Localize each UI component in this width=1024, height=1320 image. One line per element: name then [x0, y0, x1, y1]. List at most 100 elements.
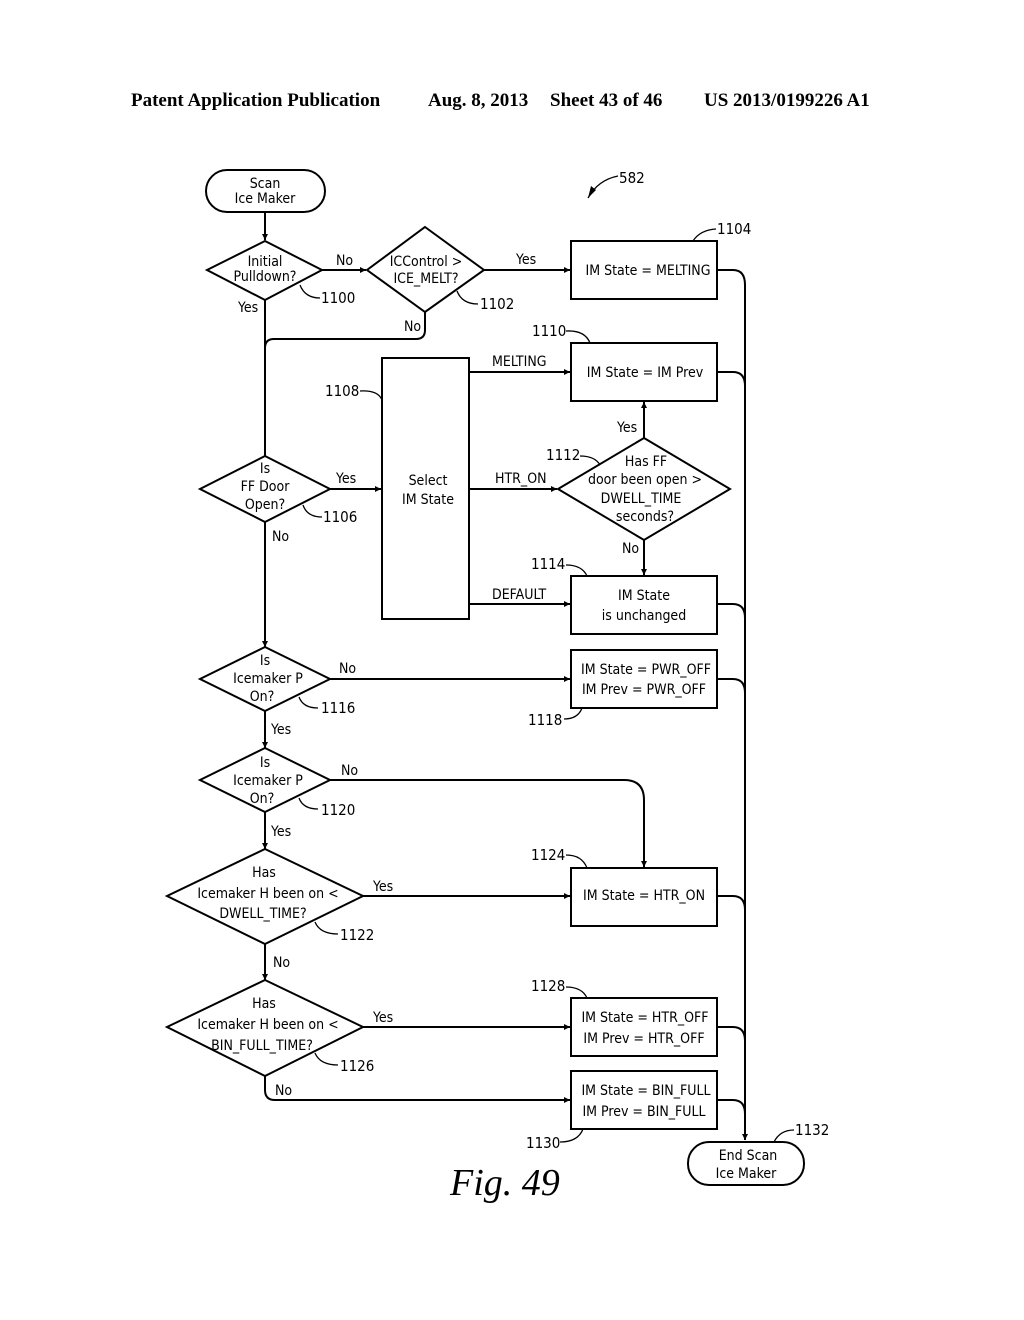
- edge-1128-bus: [717, 1026, 746, 1042]
- process-1130: IM State = BIN_FULL IM Prev = BIN_FULL: [570, 1070, 718, 1130]
- decision-1116-text: On?: [250, 689, 275, 705]
- ref-1126: 1126: [340, 1057, 374, 1075]
- process-1114-text: IM State: [618, 588, 670, 604]
- decision-1112-text: door been open >: [588, 472, 702, 488]
- process-1124-text: IM State = HTR_ON: [583, 888, 705, 904]
- process-1118: IM State = PWR_OFF IM Prev = PWR_OFF: [570, 649, 718, 709]
- node-start: Scan Ice Maker: [205, 169, 326, 213]
- process-1108-text: Select: [409, 473, 448, 489]
- decision-1100-text: Pulldown?: [233, 269, 296, 285]
- process-1114: IM State is unchanged: [570, 575, 718, 635]
- leader-1112: [579, 455, 601, 466]
- process-1108: Select IM State: [381, 357, 470, 620]
- ref-1114: 1114: [531, 555, 565, 573]
- edge-1102-no: [264, 312, 426, 349]
- node-start-line: Scan: [250, 176, 281, 192]
- decision-1112: Has FF door been open > DWELL_TIME secon…: [556, 436, 732, 542]
- ref-1108: 1108: [325, 382, 359, 400]
- edge-1114-bus: [717, 603, 746, 619]
- process-1118-text: IM Prev = PWR_OFF: [582, 682, 706, 698]
- edge-label: Yes: [372, 879, 393, 895]
- process-1104-text: IM State = MELTING: [586, 263, 711, 279]
- edge-label: Yes: [237, 300, 258, 316]
- edge-1126-no: [264, 1076, 570, 1103]
- leader-1130: [559, 1128, 584, 1143]
- decision-1126-text: Icemaker H been on <: [197, 1017, 338, 1033]
- node-end-line: End Scan: [719, 1148, 778, 1164]
- leader-1110: [565, 330, 591, 344]
- decision-1112-text: Has FF: [625, 454, 667, 470]
- decision-1116-text: Icemaker P: [233, 671, 303, 687]
- decision-1106-text: Open?: [245, 497, 285, 513]
- process-1118-text: IM State = PWR_OFF: [581, 662, 711, 678]
- edge-label: No: [339, 661, 356, 677]
- edge-label: Yes: [270, 722, 291, 738]
- ref-1104: 1104: [717, 220, 751, 238]
- ref-1116: 1116: [321, 699, 355, 717]
- process-1128: IM State = HTR_OFF IM Prev = HTR_OFF: [570, 997, 718, 1057]
- process-1128-text: IM State = HTR_OFF: [581, 1010, 708, 1026]
- leader-1100: [299, 284, 321, 299]
- edge-label: DEFAULT: [492, 587, 547, 603]
- decision-1126-text: Has: [252, 996, 276, 1012]
- decision-1112-text: seconds?: [616, 509, 674, 525]
- edge-1118-bus: [717, 678, 746, 694]
- edge-label: No: [341, 763, 358, 779]
- decision-1126: Has Icemaker H been on < BIN_FULL_TIME?: [164, 978, 366, 1078]
- decision-1122: Has Icemaker H been on < DWELL_TIME?: [164, 847, 366, 946]
- decision-1120-text: Icemaker P: [233, 773, 303, 789]
- edge-1130-bus: [717, 1099, 746, 1115]
- leader-1128: [565, 986, 588, 999]
- leader-1132: [773, 1129, 795, 1143]
- decision-1100: Initial Pulldown?: [204, 239, 325, 302]
- process-1130-text: IM State = BIN_FULL: [581, 1083, 710, 1099]
- leader-1126: [314, 1052, 339, 1066]
- flowchart: Scan Ice Maker Initial Pulldown? ICContr…: [164, 169, 829, 1204]
- edge-1120-no: [330, 779, 647, 867]
- decision-1122-text: DWELL_TIME?: [219, 906, 306, 922]
- edge-label: No: [272, 529, 289, 545]
- decision-1106-text: FF Door: [241, 479, 291, 495]
- ref-1132: 1132: [795, 1121, 829, 1139]
- decision-1126-text: BIN_FULL_TIME?: [211, 1038, 313, 1054]
- edge-label: Yes: [372, 1010, 393, 1026]
- decision-1102-text: ICControl >: [390, 254, 463, 270]
- ref-1100: 1100: [321, 289, 355, 307]
- process-1104: IM State = MELTING: [570, 240, 718, 300]
- edge-label: No: [273, 955, 290, 971]
- leader-1120: [298, 797, 319, 810]
- decision-1122-text: Icemaker H been on <: [197, 886, 338, 902]
- ref-582: 582: [619, 169, 645, 187]
- leader-1106: [302, 504, 323, 518]
- decision-1116-text: Is: [260, 653, 270, 669]
- edge-label: No: [336, 253, 353, 269]
- decision-1106: Is FF Door Open?: [197, 454, 333, 524]
- decision-1120-text: On?: [250, 791, 275, 807]
- reference-numerals: 582 1104 1100 1102 1110 1108 1112 1106 1…: [298, 169, 829, 1152]
- decision-1116: Is Icemaker P On?: [197, 645, 333, 713]
- decision-1120: Is Icemaker P On?: [197, 746, 333, 814]
- leader-1118: [563, 707, 583, 720]
- ref-1130: 1130: [526, 1134, 560, 1152]
- leader-1108: [359, 390, 383, 401]
- process-1110-text: IM State = IM Prev: [587, 365, 704, 381]
- process-1130-text: IM Prev = BIN_FULL: [582, 1104, 705, 1120]
- ref-1102: 1102: [480, 295, 514, 313]
- ref-1118: 1118: [528, 711, 562, 729]
- edge-1110-bus: [717, 371, 746, 387]
- ref-1122: 1122: [340, 926, 374, 944]
- leader-1116: [298, 696, 319, 709]
- ref-1128: 1128: [531, 977, 565, 995]
- node-end-line: Ice Maker: [716, 1166, 778, 1182]
- ref-1124: 1124: [531, 846, 565, 864]
- edge-label: Yes: [335, 471, 356, 487]
- decision-1102-text: ICE_MELT?: [393, 271, 458, 287]
- edge-label: No: [622, 541, 639, 557]
- edge-label: MELTING: [492, 354, 547, 370]
- leader-1114: [565, 564, 588, 577]
- process-1110: IM State = IM Prev: [570, 342, 718, 402]
- leader-1104: [692, 228, 717, 242]
- decision-1102: ICControl > ICE_MELT?: [365, 225, 486, 314]
- edge-label: No: [275, 1083, 292, 1099]
- process-1128-text: IM Prev = HTR_OFF: [583, 1031, 704, 1047]
